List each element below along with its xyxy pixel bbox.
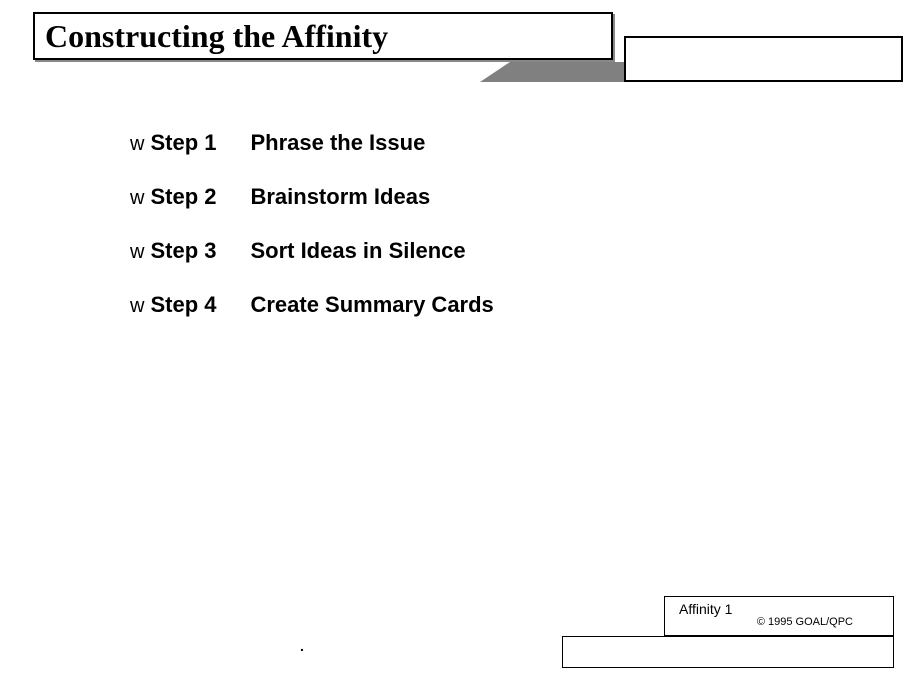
bullet-icon: w [130, 241, 144, 264]
step-label: Step 2 [150, 184, 250, 210]
list-item: w Step 3 Sort Ideas in Silence [130, 238, 494, 264]
list-item: w Step 2 Brainstorm Ideas [130, 184, 494, 210]
list-item: w Step 1 Phrase the Issue [130, 130, 494, 156]
footer-page-label: Affinity 1 [679, 601, 883, 617]
page-title: Constructing the Affinity [45, 18, 388, 55]
stray-mark: . [300, 638, 304, 654]
title-box: Constructing the Affinity [33, 12, 613, 60]
step-label: Step 4 [150, 292, 250, 318]
step-text: Create Summary Cards [250, 292, 493, 318]
bullet-icon: w [130, 187, 144, 210]
title-accent-box [624, 36, 903, 82]
title-shadow-notch [480, 62, 510, 82]
step-text: Sort Ideas in Silence [250, 238, 465, 264]
step-label: Step 3 [150, 238, 250, 264]
step-text: Phrase the Issue [250, 130, 425, 156]
bullet-icon: w [130, 295, 144, 318]
steps-list: w Step 1 Phrase the Issue w Step 2 Brain… [130, 130, 494, 346]
title-shadow [480, 62, 630, 82]
footer-copyright: © 1995 GOAL/QPC [679, 616, 883, 628]
list-item: w Step 4 Create Summary Cards [130, 292, 494, 318]
step-text: Brainstorm Ideas [250, 184, 430, 210]
footer-box: Affinity 1 © 1995 GOAL/QPC [664, 596, 894, 636]
step-label: Step 1 [150, 130, 250, 156]
bullet-icon: w [130, 133, 144, 156]
footer-accent-box [562, 636, 894, 668]
